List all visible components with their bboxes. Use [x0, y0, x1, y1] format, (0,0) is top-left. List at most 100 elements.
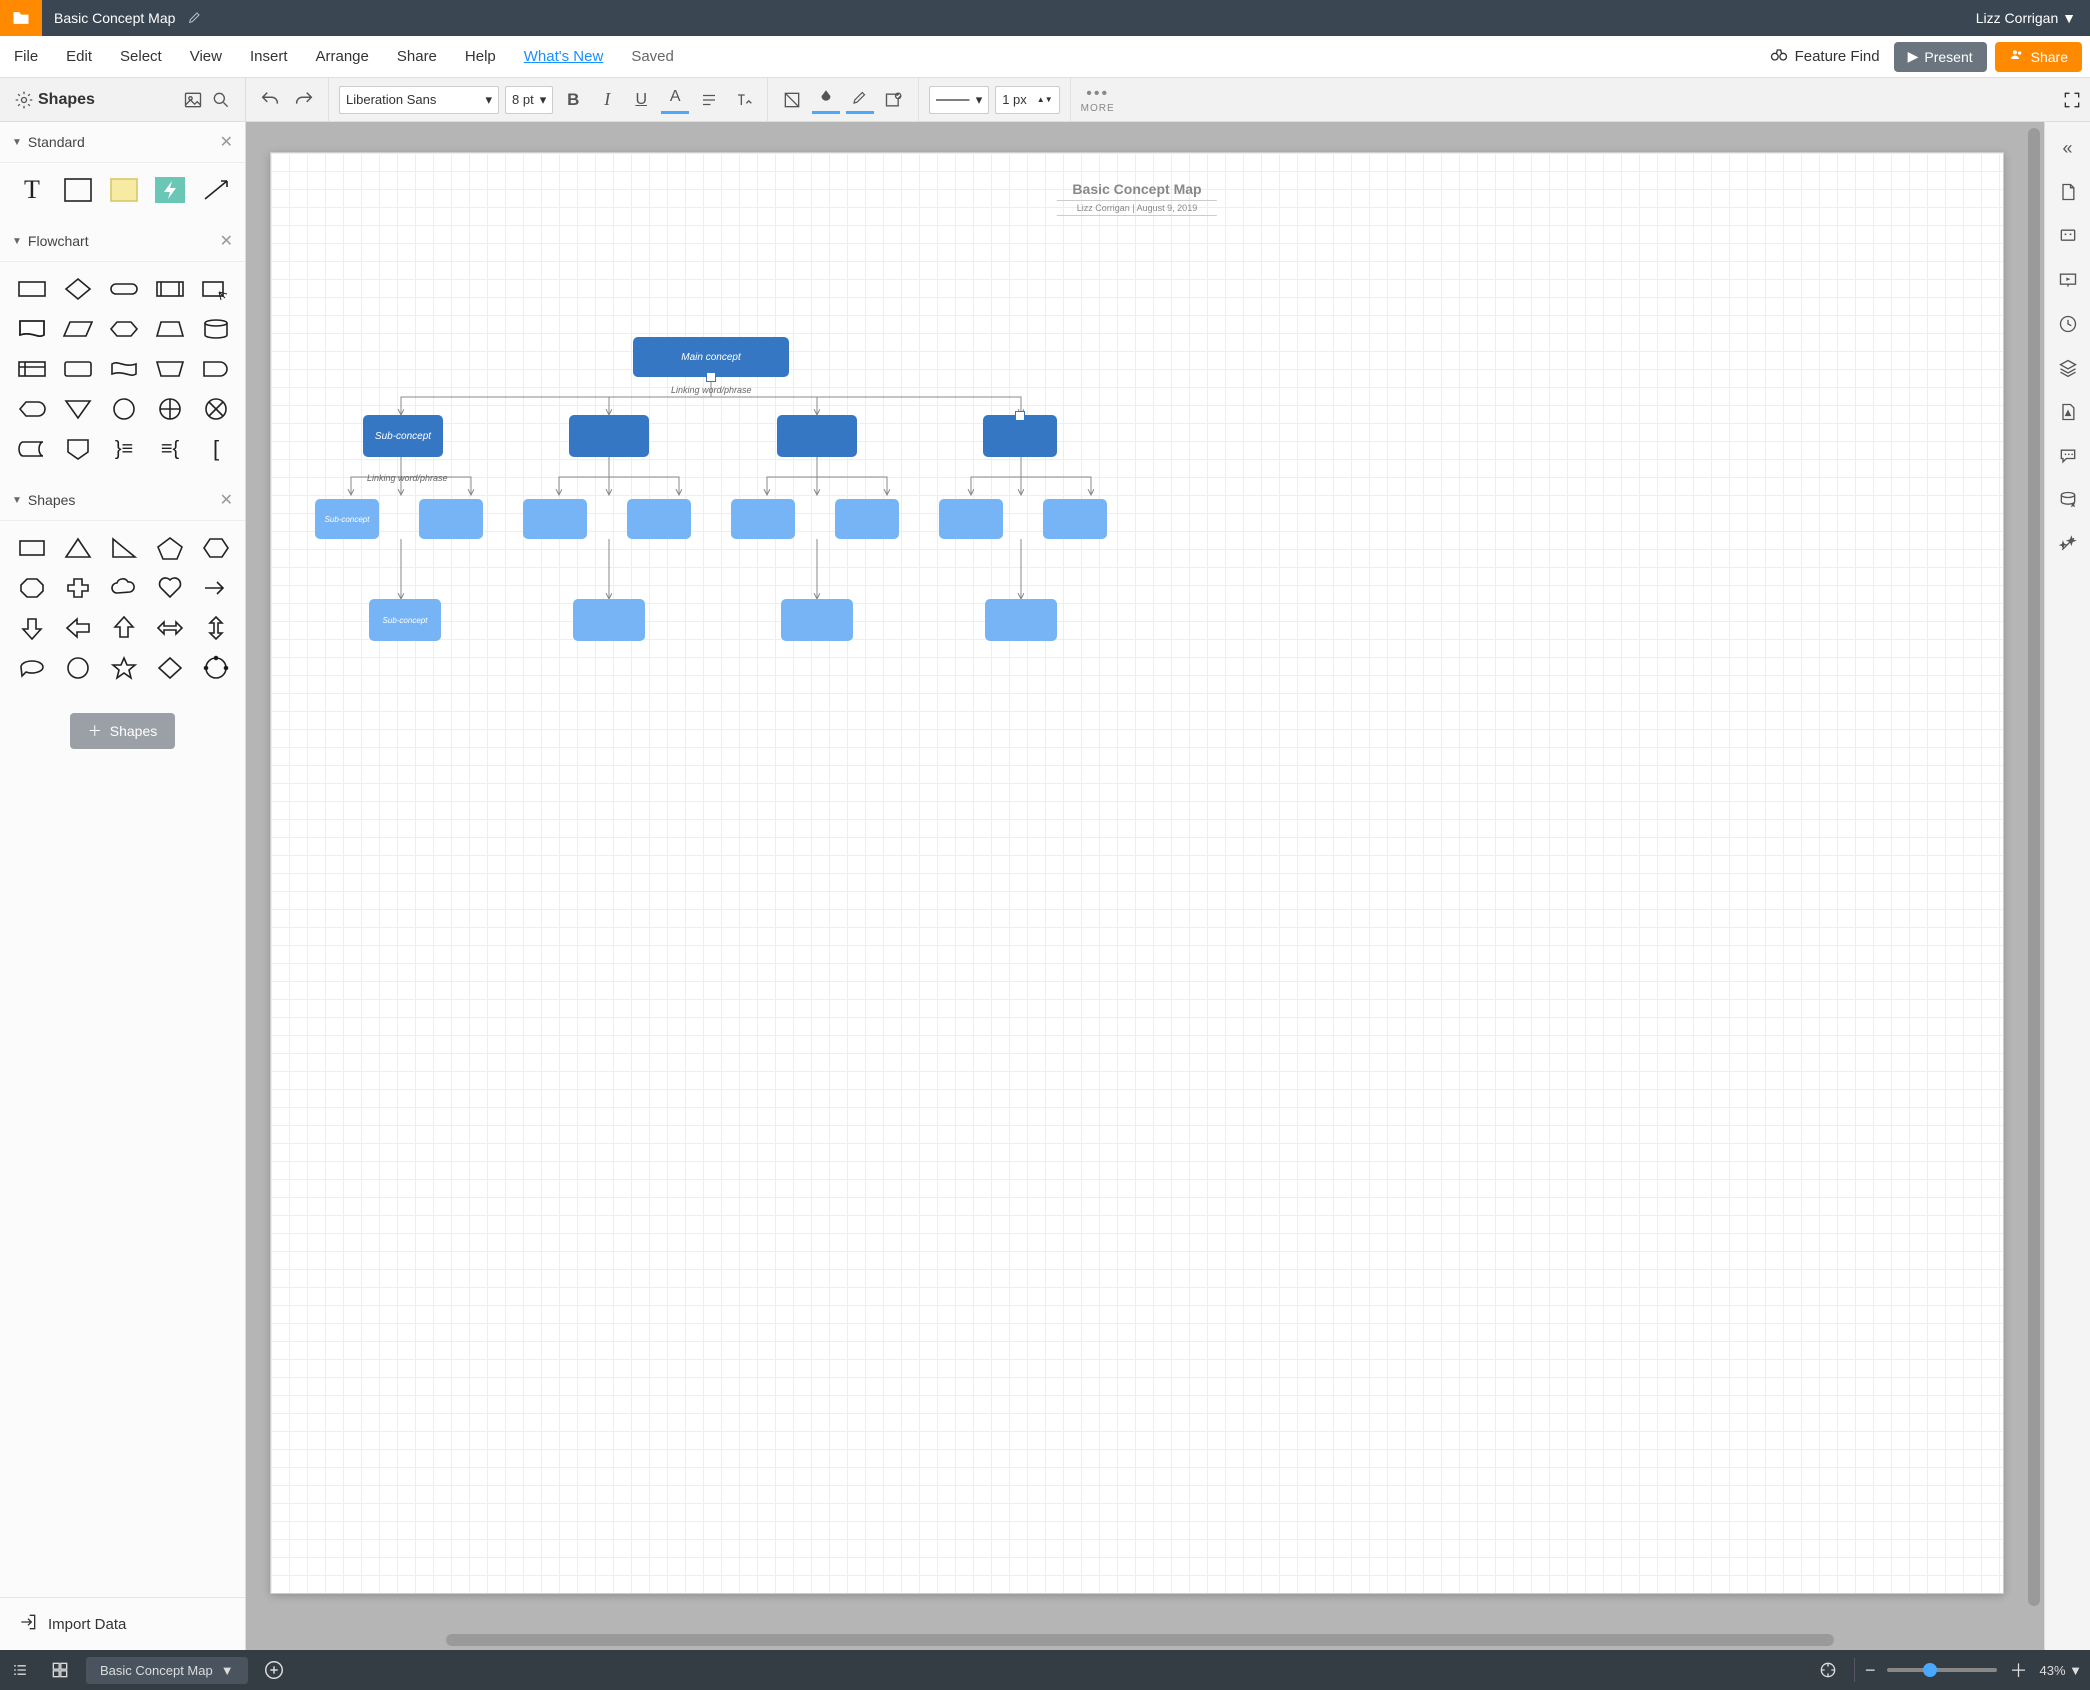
redo-button[interactable] [290, 86, 318, 114]
merge-shape[interactable] [58, 392, 98, 426]
page-icon[interactable] [2051, 172, 2085, 212]
add-page-button[interactable] [254, 1650, 294, 1690]
note-shape[interactable] [104, 173, 144, 207]
polygon-shape[interactable] [196, 651, 236, 685]
or-shape[interactable] [196, 392, 236, 426]
node-leaf[interactable] [731, 499, 795, 539]
brace-right-shape[interactable]: }≡ [104, 432, 144, 466]
node-sub-concept[interactable] [777, 415, 857, 457]
bolt-shape[interactable] [150, 173, 190, 207]
connector-shape[interactable] [104, 392, 144, 426]
search-icon[interactable] [207, 86, 235, 114]
folder-icon[interactable] [0, 0, 42, 36]
line-style-select[interactable]: ▾ [929, 86, 989, 114]
add-shapes-button[interactable]: ＋ Shapes [70, 713, 175, 749]
node-leaf[interactable] [1043, 499, 1107, 539]
menu-whats-new[interactable]: What's New [510, 48, 618, 65]
cloud-shape[interactable] [104, 571, 144, 605]
node-leaf[interactable] [939, 499, 1003, 539]
arrow-down-block-shape[interactable] [12, 611, 52, 645]
menu-arrange[interactable]: Arrange [302, 48, 383, 65]
menu-file[interactable]: File [0, 48, 52, 65]
chat-icon[interactable] [2051, 436, 2085, 476]
shape-options-button[interactable] [880, 86, 908, 114]
database-shape[interactable] [196, 312, 236, 346]
zoom-out-button[interactable]: − [1861, 1660, 1880, 1681]
share-button[interactable]: Share [1995, 42, 2082, 72]
brace-left-shape[interactable]: ≡{ [150, 432, 190, 466]
diamond-shape[interactable] [150, 651, 190, 685]
close-icon[interactable]: ✕ [220, 231, 233, 251]
font-size-select[interactable]: 8 pt ▾ [505, 86, 553, 114]
text-options-button[interactable] [729, 86, 757, 114]
display-shape[interactable] [12, 392, 52, 426]
target-icon[interactable] [1808, 1650, 1848, 1690]
node-leaf[interactable]: Sub-concept [315, 499, 379, 539]
horizontal-scrollbar[interactable] [446, 1634, 1834, 1646]
present-button[interactable]: ▶ Present [1894, 42, 1987, 72]
offpage-shape[interactable] [58, 432, 98, 466]
decision-shape[interactable] [58, 272, 98, 306]
node-leaf[interactable] [419, 499, 483, 539]
node-main-concept[interactable]: Main concept [633, 337, 789, 377]
node-bottom[interactable] [573, 599, 645, 641]
cross-shape[interactable] [58, 571, 98, 605]
callout-shape[interactable] [12, 651, 52, 685]
theme-icon[interactable] [2051, 392, 2085, 432]
align-button[interactable] [695, 86, 723, 114]
import-data-button[interactable]: Import Data [0, 1597, 245, 1650]
heart-shape[interactable] [150, 571, 190, 605]
zoom-knob[interactable] [1923, 1663, 1937, 1677]
zoom-value[interactable]: 43% ▼ [2039, 1663, 2082, 1678]
history-icon[interactable] [2051, 304, 2085, 344]
more-button[interactable]: ••• MORE [1071, 85, 1125, 114]
octagon-shape[interactable] [12, 571, 52, 605]
arrow-right-shape[interactable] [196, 571, 236, 605]
circle-shape[interactable] [58, 651, 98, 685]
font-family-select[interactable]: Liberation Sans ▾ [339, 86, 499, 114]
menu-view[interactable]: View [176, 48, 236, 65]
node-leaf[interactable] [835, 499, 899, 539]
data-shape[interactable] [58, 312, 98, 346]
menu-share[interactable]: Share [383, 48, 451, 65]
feature-find[interactable]: Feature Find [1769, 45, 1880, 69]
manual-input-shape[interactable] [150, 352, 190, 386]
grid-view-icon[interactable] [40, 1650, 80, 1690]
zoom-in-button[interactable]: ＋ [2005, 1657, 2031, 1683]
list-view-icon[interactable] [0, 1650, 40, 1690]
canvas-area[interactable]: Basic Concept Map Lizz Corrigan | August… [246, 122, 2044, 1650]
node-sub-concept[interactable] [983, 415, 1057, 457]
present-icon[interactable] [2051, 260, 2085, 300]
fill-none-button[interactable] [778, 86, 806, 114]
bold-button[interactable]: B [559, 86, 587, 114]
line-width-select[interactable]: 1 px ▲▼ [995, 86, 1059, 114]
section-flowchart[interactable]: ▼ Flowchart ✕ [0, 221, 245, 262]
menu-insert[interactable]: Insert [236, 48, 302, 65]
node-sub-concept[interactable] [569, 415, 649, 457]
node-bottom[interactable] [781, 599, 853, 641]
zoom-slider[interactable] [1887, 1668, 1997, 1672]
document-title[interactable]: Basic Concept Map [42, 10, 187, 26]
section-shapes[interactable]: ▼ Shapes ✕ [0, 480, 245, 521]
line-color-button[interactable] [846, 86, 874, 114]
fill-color-button[interactable] [812, 86, 840, 114]
connector-handle[interactable] [706, 372, 716, 382]
node-bottom[interactable]: Sub-concept [369, 599, 441, 641]
rect-shape[interactable] [58, 173, 98, 207]
image-icon[interactable] [179, 86, 207, 114]
hexagon2-shape[interactable] [196, 531, 236, 565]
undo-button[interactable] [256, 86, 284, 114]
underline-button[interactable]: U [627, 86, 655, 114]
pentagon-shape[interactable] [150, 531, 190, 565]
document-shape[interactable] [12, 312, 52, 346]
connector-handle[interactable] [1015, 411, 1025, 421]
process-shape[interactable] [12, 272, 52, 306]
terminator-shape[interactable] [104, 272, 144, 306]
bracket-shape[interactable]: [ [196, 432, 236, 466]
menu-edit[interactable]: Edit [52, 48, 106, 65]
triangle-shape[interactable] [58, 531, 98, 565]
edit-title-icon[interactable] [187, 9, 203, 28]
text-shape[interactable]: T [12, 173, 52, 207]
user-menu[interactable]: Lizz Corrigan ▼ [1962, 10, 2090, 26]
collapse-panel-icon[interactable]: « [2051, 128, 2085, 168]
